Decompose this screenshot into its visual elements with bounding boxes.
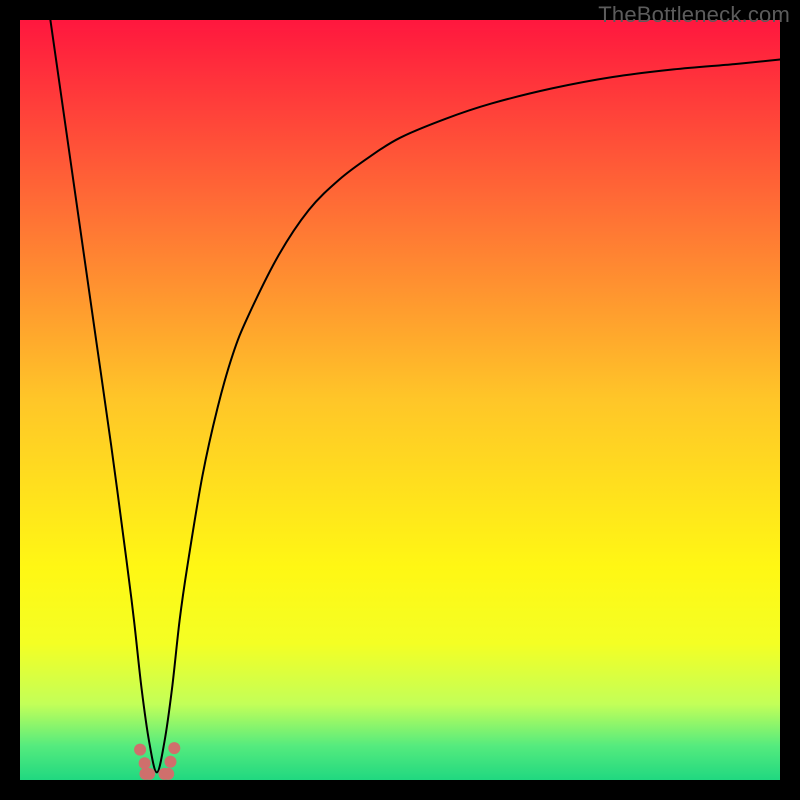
marker-dot xyxy=(134,744,146,756)
marker-dot xyxy=(139,757,151,769)
marker-dot xyxy=(162,768,174,780)
watermark-text: TheBottleneck.com xyxy=(598,2,790,28)
marker-dot xyxy=(143,768,155,780)
marker-dot xyxy=(168,742,180,754)
chart-container: TheBottleneck.com xyxy=(0,0,800,800)
bottleneck-chart xyxy=(0,0,800,800)
marker-dot xyxy=(164,756,176,768)
plot-area xyxy=(20,20,780,780)
